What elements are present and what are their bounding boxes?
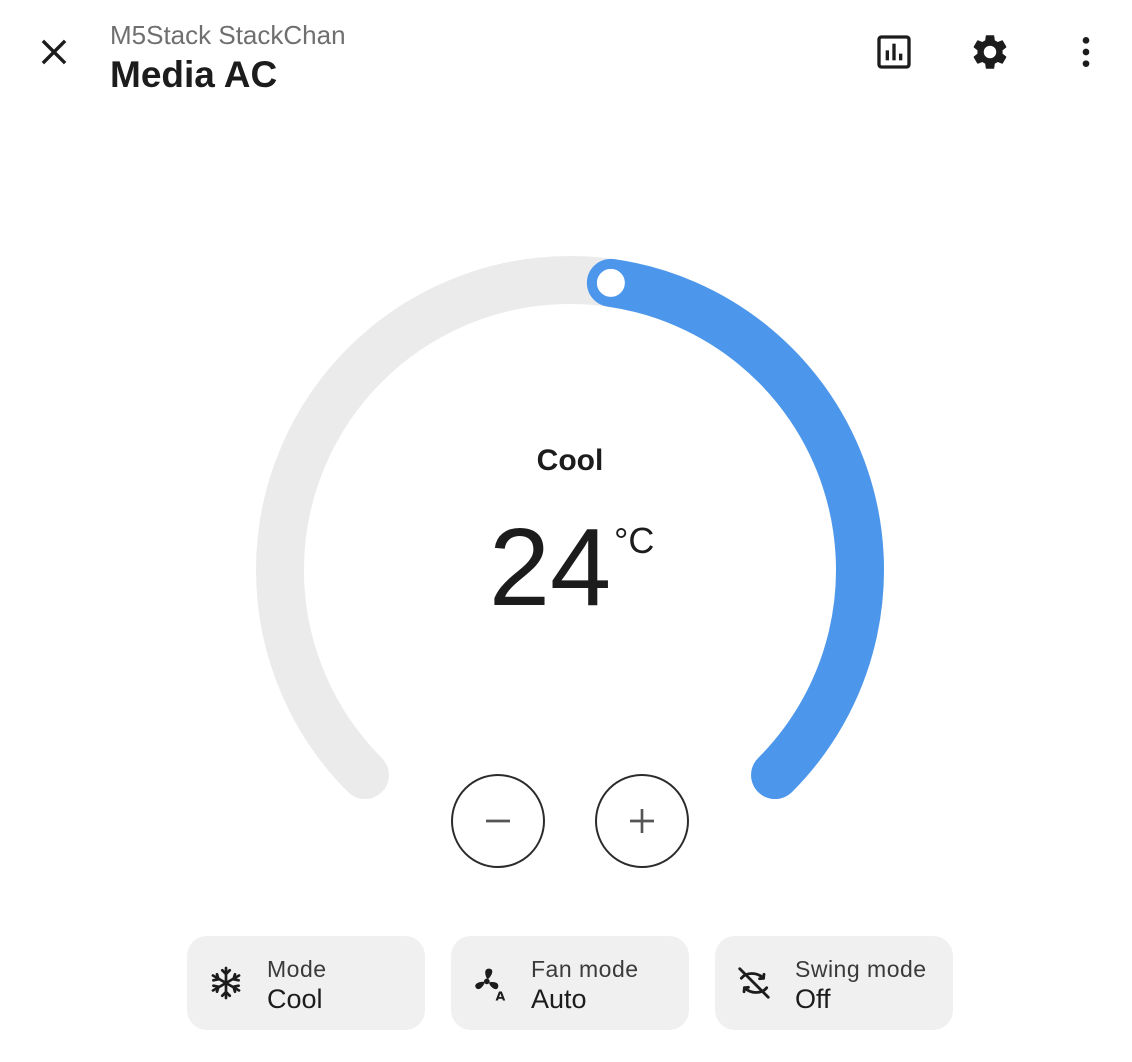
- target-temperature: 24: [488, 506, 612, 629]
- increase-temperature-button[interactable]: [595, 774, 689, 868]
- minus-icon: [486, 819, 510, 823]
- svg-text:A: A: [496, 988, 506, 1002]
- decrease-temperature-button[interactable]: [451, 774, 545, 868]
- fan-auto-icon: A: [471, 964, 509, 1002]
- snowflake-icon: [207, 964, 245, 1002]
- mode-value: Cool: [267, 984, 323, 1014]
- fan-mode-value: Auto: [531, 984, 587, 1014]
- mode-name: Mode: [267, 956, 327, 982]
- swing-mode-tile[interactable]: Swing mode Off: [715, 936, 953, 1030]
- swing-off-icon: [735, 964, 773, 1002]
- climate-more-info-dialog: M5Stack StackChan Media AC Cool 24 °C Mo…: [0, 0, 1132, 1062]
- hvac-mode-label: Cool: [536, 444, 604, 477]
- fan-mode-name: Fan mode: [531, 956, 639, 982]
- plus-icon: [630, 809, 654, 833]
- mode-tile[interactable]: Mode Cool: [187, 936, 425, 1030]
- fan-mode-tile[interactable]: A Fan mode Auto: [451, 936, 689, 1030]
- swing-mode-name: Swing mode: [795, 956, 927, 982]
- dial-handle[interactable]: [590, 262, 631, 303]
- temperature-unit: °C: [614, 520, 655, 561]
- swing-mode-value: Off: [795, 984, 831, 1014]
